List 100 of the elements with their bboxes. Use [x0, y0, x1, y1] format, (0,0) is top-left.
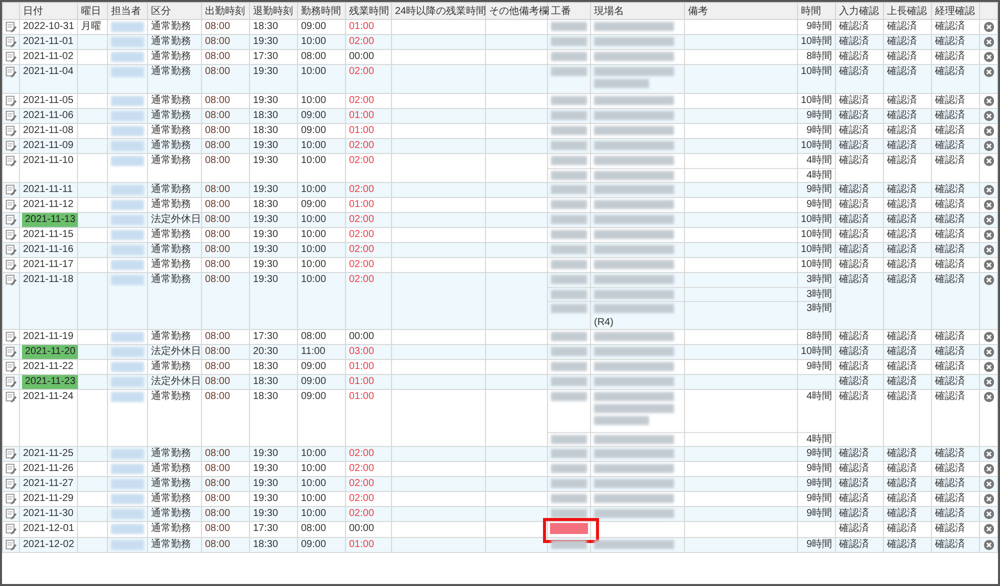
edit-icon[interactable] — [5, 376, 17, 388]
blurred-text — [111, 347, 144, 357]
delete-icon[interactable] — [982, 36, 994, 48]
edit-icon[interactable] — [5, 21, 17, 33]
time-text: 09:00 — [300, 390, 328, 404]
note-text: (R4) — [593, 316, 614, 329]
time-text: 02:00 — [348, 258, 376, 272]
delete-icon[interactable] — [982, 66, 994, 78]
status-text: 確認済 — [886, 124, 918, 138]
date-text: 2021-11-22 — [22, 360, 74, 374]
delete-icon[interactable] — [982, 448, 994, 460]
status-text: 確認済 — [886, 538, 918, 552]
edit-icon[interactable] — [5, 259, 17, 271]
delete-icon[interactable] — [982, 539, 994, 551]
status-text: 確認済 — [934, 198, 966, 212]
delete-icon[interactable] — [982, 361, 994, 373]
edit-icon[interactable] — [5, 331, 17, 343]
delete-icon[interactable] — [982, 391, 994, 403]
time-text: 08:00 — [204, 375, 232, 389]
edit-icon[interactable] — [5, 214, 17, 226]
time-text: 08:00 — [300, 50, 328, 64]
delete-icon[interactable] — [982, 110, 994, 122]
edit-icon[interactable] — [5, 184, 17, 196]
time-text: 02:00 — [348, 228, 376, 242]
hours-text: 10時間 — [800, 345, 832, 359]
type-text: 通常勤務 — [150, 198, 192, 212]
edit-icon[interactable] — [5, 199, 17, 211]
delete-icon[interactable] — [982, 95, 994, 107]
status-text: 確認済 — [886, 243, 918, 257]
edit-icon[interactable] — [5, 274, 17, 286]
delete-icon[interactable] — [982, 184, 994, 196]
edit-icon[interactable] — [5, 125, 17, 137]
delete-icon[interactable] — [982, 244, 994, 256]
edit-icon[interactable] — [5, 244, 17, 256]
status-text: 確認済 — [934, 330, 966, 344]
hours-text: 10時間 — [800, 35, 832, 49]
delete-icon[interactable] — [982, 140, 994, 152]
edit-icon[interactable] — [5, 36, 17, 48]
delete-icon[interactable] — [982, 229, 994, 241]
delete-icon[interactable] — [982, 493, 994, 505]
blurred-text — [551, 200, 587, 209]
delete-icon[interactable] — [982, 463, 994, 475]
status-text: 確認済 — [838, 124, 870, 138]
edit-icon[interactable] — [5, 155, 17, 167]
edit-icon[interactable] — [5, 448, 17, 460]
edit-icon[interactable] — [5, 229, 17, 241]
edit-icon[interactable] — [5, 478, 17, 490]
blurred-text — [551, 171, 587, 180]
time-text: 02:00 — [348, 243, 376, 257]
time-text: 10:00 — [300, 273, 328, 287]
edit-icon[interactable] — [5, 463, 17, 475]
delete-icon[interactable] — [982, 214, 994, 226]
delete-icon[interactable] — [982, 376, 994, 388]
status-text: 確認済 — [934, 522, 966, 536]
edit-icon[interactable] — [5, 140, 17, 152]
time-text: 01:00 — [348, 360, 376, 374]
delete-icon[interactable] — [982, 331, 994, 343]
delete-icon[interactable] — [982, 125, 994, 137]
status-text: 確認済 — [838, 522, 870, 536]
status-text: 確認済 — [838, 198, 870, 212]
edit-icon[interactable] — [5, 493, 17, 505]
delete-icon[interactable] — [982, 508, 994, 520]
hours-text: 9時間 — [805, 492, 832, 506]
time-text: 10:00 — [300, 447, 328, 461]
delete-icon[interactable] — [982, 51, 994, 63]
time-text: 02:00 — [348, 183, 376, 197]
date-text: 2021-11-16 — [22, 243, 74, 257]
edit-icon[interactable] — [5, 110, 17, 122]
delete-icon[interactable] — [982, 21, 994, 33]
edit-icon[interactable] — [5, 391, 17, 403]
delete-icon[interactable] — [982, 274, 994, 286]
status-text: 確認済 — [838, 213, 870, 227]
status-text: 確認済 — [838, 477, 870, 491]
delete-icon[interactable] — [982, 523, 994, 535]
status-text: 確認済 — [934, 65, 966, 79]
delete-icon[interactable] — [982, 199, 994, 211]
edit-icon[interactable] — [5, 361, 17, 373]
column-header: 24時以降の残業時間 — [392, 2, 486, 20]
delete-icon[interactable] — [982, 259, 994, 271]
time-text: 10:00 — [300, 477, 328, 491]
edit-icon[interactable] — [5, 95, 17, 107]
edit-icon[interactable] — [5, 539, 17, 551]
type-text: 通常勤務 — [150, 243, 192, 257]
time-text: 19:30 — [252, 507, 280, 521]
time-text: 02:00 — [348, 65, 376, 79]
edit-icon[interactable] — [5, 346, 17, 358]
edit-icon[interactable] — [5, 508, 17, 520]
edit-icon[interactable] — [5, 523, 17, 535]
time-text: 10:00 — [300, 139, 328, 153]
edit-icon[interactable] — [5, 51, 17, 63]
delete-icon[interactable] — [982, 155, 994, 167]
delete-icon[interactable] — [982, 346, 994, 358]
delete-icon[interactable] — [982, 478, 994, 490]
time-text: 09:00 — [300, 538, 328, 552]
blurred-text — [111, 524, 144, 534]
blurred-text — [111, 156, 144, 166]
status-text: 確認済 — [886, 139, 918, 153]
status-text: 確認済 — [886, 522, 918, 536]
date-text: 2021-11-01 — [22, 35, 74, 49]
edit-icon[interactable] — [5, 66, 17, 78]
